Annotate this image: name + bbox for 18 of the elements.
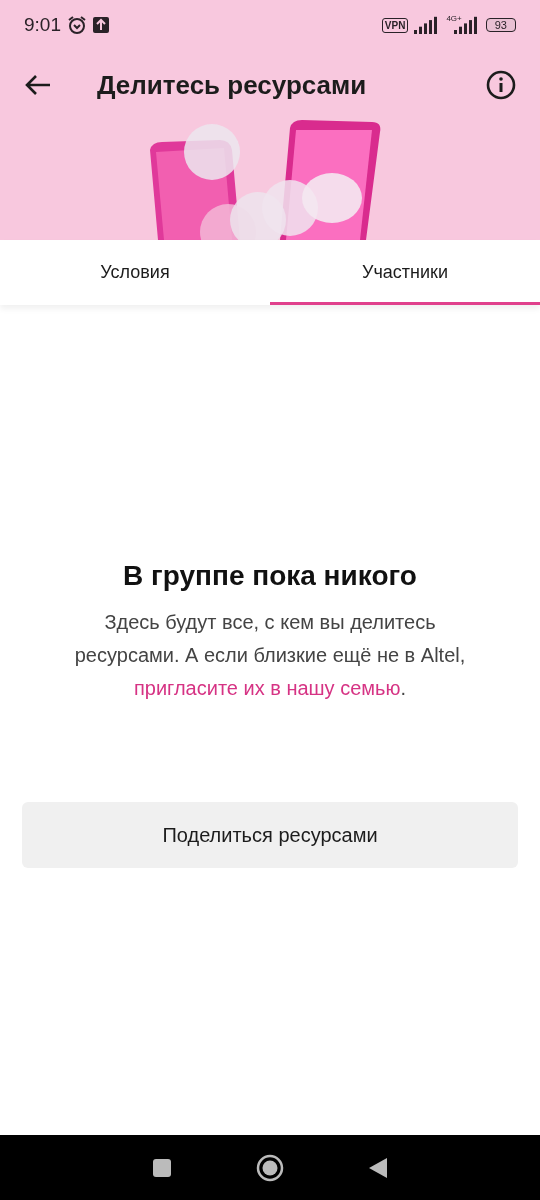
battery-level: 93 [485, 18, 516, 32]
tab[interactable]: Условия [0, 240, 270, 305]
empty-state-title: В группе пока никого [123, 560, 417, 592]
alarm-icon [67, 15, 87, 35]
upload-icon [93, 17, 109, 33]
empty-state-description: Здесь будут все, с кем вы делитесь ресурсами. А если близкие ещё не в Altel, пригласите их в нашу семью. [73, 610, 467, 701]
network-type: 4G+ [446, 14, 462, 23]
page-title: Делитесь ресурсами [97, 69, 368, 101]
clock-time: 9:01 [24, 14, 61, 36]
home-icon[interactable] [256, 1153, 284, 1182]
recents-icon[interactable] [152, 1157, 172, 1178]
tab[interactable]: Участники [270, 240, 540, 305]
back-button[interactable] [24, 74, 52, 96]
back-icon[interactable] [368, 1156, 388, 1179]
share-resources-button[interactable]: Поделиться ресурсами [22, 802, 518, 868]
info-button[interactable] [486, 70, 516, 100]
invite-link[interactable]: пригласите их в нашу семью [133, 677, 401, 699]
vpn-badge: VPN [381, 17, 409, 33]
